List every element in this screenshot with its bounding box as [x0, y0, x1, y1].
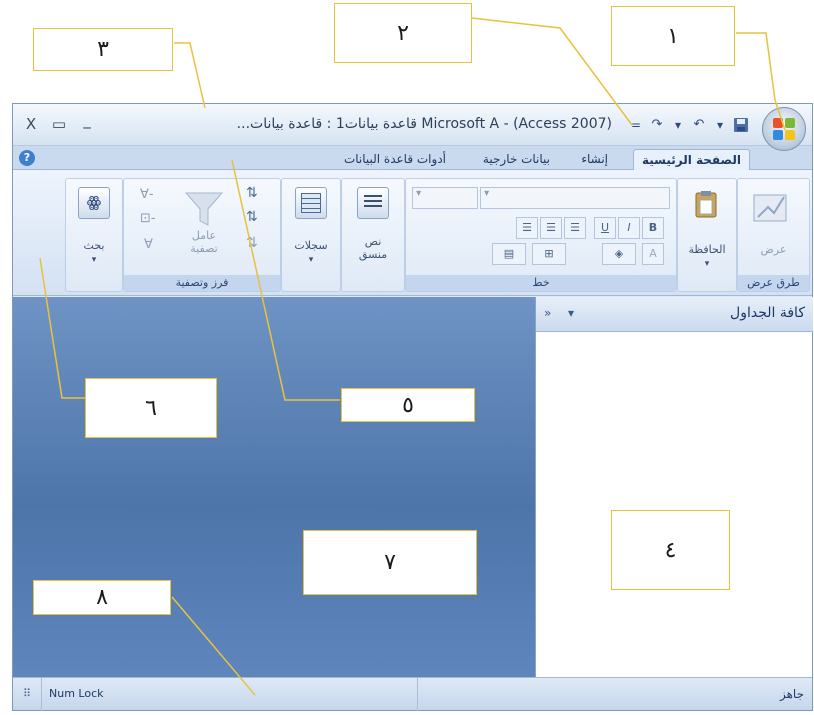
clipboard-group: الحافظة ▾	[677, 178, 737, 292]
align-left-icon: ☰	[522, 221, 532, 234]
undo-dropdown[interactable]: ▾	[713, 118, 727, 132]
qat-customize-button[interactable]: =	[629, 118, 643, 132]
table-fill-icon: ▤	[503, 247, 515, 260]
num-lock-indicator: Num Lock	[49, 687, 104, 700]
leader-3	[174, 42, 206, 109]
callout-8: ٨	[33, 580, 171, 615]
rich-text-button[interactable]: نص منسق	[351, 235, 395, 261]
status-divider	[41, 678, 42, 711]
tab-home[interactable]: الصفحة الرئيسية	[632, 149, 750, 171]
ribbon-tabs: ? الصفحة الرئيسية إنشاء بيانات خارجية أد…	[13, 146, 812, 171]
undo-icon: ↶	[693, 117, 705, 132]
views-group: عرض طرق عرض	[737, 178, 810, 292]
align-left-button[interactable]: ☰	[516, 217, 538, 239]
records-group: سجلات ▾	[281, 178, 341, 292]
callout-2: ٢	[334, 3, 472, 63]
view-icon	[753, 194, 787, 222]
selection-filter-icon[interactable]: -∀	[140, 187, 154, 202]
bold-button[interactable]: B	[642, 217, 664, 239]
title-bar: X ▭ _ Microsoft A - (Access 2007) قاعدة …	[13, 104, 812, 151]
records-dropdown-icon[interactable]: ▾	[282, 255, 340, 265]
font-name-combo[interactable]: ▾	[480, 187, 670, 209]
records-button[interactable]: سجلات	[282, 239, 340, 252]
clipboard-button[interactable]: الحافظة	[678, 243, 736, 256]
fill-color-button[interactable]: ◈	[602, 243, 636, 265]
sort-filter-group-label: فرز وتصفية	[124, 275, 280, 291]
sort-ascending-icon[interactable]: ⇅	[246, 185, 258, 201]
filter-icon	[184, 192, 224, 226]
underline-button[interactable]: U	[594, 217, 616, 239]
tab-external-data[interactable]: بيانات خارجية	[475, 149, 558, 170]
find-group: ꙮ بحث ▾	[65, 178, 123, 292]
tab-create[interactable]: إنشاء	[573, 149, 616, 170]
font-group: ▾ ▾ B I U ☰ ☰ ☰ A ◈ ⊞ ▤ خط	[405, 178, 677, 292]
callout-3: ٣	[33, 28, 173, 71]
grid-icon: ⊞	[544, 247, 554, 260]
quick-access-toolbar: = ↷ ▾ ↶ ▾	[622, 112, 752, 138]
clipboard-dropdown-icon[interactable]: ▾	[678, 259, 736, 269]
help-icon[interactable]: ?	[19, 150, 35, 166]
records-icon	[295, 187, 327, 219]
close-button[interactable]: X	[19, 114, 43, 134]
find-button[interactable]: بحث	[66, 239, 122, 252]
redo-dropdown[interactable]: ▾	[671, 118, 685, 132]
views-group-label: طرق عرض	[738, 275, 809, 291]
callout-1: ١	[611, 6, 735, 66]
paint-bucket-icon: ◈	[614, 247, 624, 260]
status-bar: ⠿ Num Lock جاهز	[13, 677, 812, 711]
align-right-icon: ☰	[570, 221, 580, 234]
view-button[interactable]: عرض	[738, 243, 809, 256]
callout-7: ٧	[303, 530, 477, 595]
find-dropdown-icon[interactable]: ▾	[66, 255, 122, 265]
status-grip-icon: ⠿	[23, 687, 32, 700]
filter-button[interactable]: عامل تصفية	[182, 229, 226, 255]
advanced-filter-icon[interactable]: -⊡	[140, 211, 156, 226]
clear-sort-icon[interactable]: ⇅	[246, 235, 258, 251]
tab-database-tools[interactable]: أدوات قاعدة البيانات	[336, 149, 454, 170]
nav-pane-title[interactable]: كافة الجداول	[730, 305, 805, 321]
callout-4: ٤	[611, 510, 730, 590]
sort-filter-group: ⇅ ⇅ ⇅ عامل تصفية -∀ -⊡ ∀ فرز وتصفية	[123, 178, 281, 292]
rich-text-group: نص منسق	[341, 178, 405, 292]
align-right-button[interactable]: ☰	[564, 217, 586, 239]
align-center-icon: ☰	[546, 221, 556, 234]
shutter-bar-collapse-icon[interactable]: »	[544, 306, 551, 320]
navigation-pane: كافة الجداول ▾ »	[535, 297, 813, 677]
callout-6: ٦	[85, 378, 217, 438]
office-button[interactable]	[762, 107, 806, 151]
callout-5: ٥	[341, 388, 475, 422]
minimize-button[interactable]: _	[75, 110, 99, 130]
ribbon: عرض طرق عرض الحافظة ▾ ▾ ▾ B I U ☰ ☰ ☰ A …	[13, 170, 812, 296]
sort-descending-icon[interactable]: ⇅	[246, 209, 258, 225]
gridlines-button[interactable]: ⊞	[532, 243, 566, 265]
save-button[interactable]	[730, 114, 752, 136]
alternate-fill-button[interactable]: ▤	[492, 243, 526, 265]
document-workspace	[13, 297, 535, 677]
redo-icon: ↷	[651, 117, 663, 132]
align-center-button[interactable]: ☰	[540, 217, 562, 239]
paste-icon	[695, 191, 717, 218]
italic-button[interactable]: I	[618, 217, 640, 239]
office-logo-icon	[773, 118, 795, 140]
restore-button[interactable]: ▭	[47, 114, 71, 134]
rich-text-icon	[357, 187, 389, 219]
save-icon	[734, 118, 748, 132]
status-ready-text: جاهز	[779, 687, 804, 701]
font-color-button[interactable]: A	[642, 243, 664, 265]
font-size-combo[interactable]: ▾	[412, 187, 478, 209]
toggle-filter-icon[interactable]: ∀	[144, 237, 153, 252]
binoculars-icon: ꙮ	[78, 187, 110, 219]
font-group-label: خط	[406, 275, 676, 291]
redo-button[interactable]: ↷	[646, 114, 668, 136]
nav-pane-menu-icon[interactable]: ▾	[568, 306, 574, 320]
window-title: Microsoft A - (Access 2007) قاعدة بيانات…	[236, 116, 612, 132]
nav-pane-header: كافة الجداول ▾ »	[536, 297, 813, 332]
status-divider	[417, 678, 418, 711]
undo-button[interactable]: ↶	[688, 114, 710, 136]
